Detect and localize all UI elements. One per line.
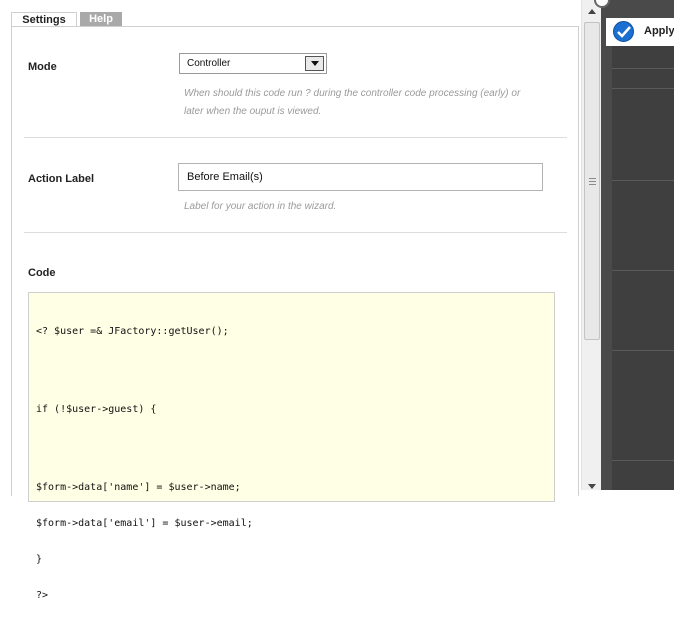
tab-settings[interactable]: Settings	[11, 12, 77, 26]
code-editor[interactable]: <? $user =& JFactory::getUser(); if (!$u…	[28, 292, 555, 601]
settings-panel: Mode Controller When should this code ru…	[11, 26, 579, 601]
tab-help[interactable]: Help	[80, 12, 122, 26]
background-list	[612, 44, 674, 490]
apply-button-label[interactable]: Apply	[644, 25, 674, 37]
mode-hint: When should this code run ? during the c…	[184, 85, 520, 121]
code-line-2: if (!$user->guest) {	[36, 404, 157, 415]
divider	[24, 232, 567, 233]
code-label: Code	[28, 267, 56, 279]
code-line-3: $form->data['name'] = $user->name;	[36, 482, 241, 493]
scrollbar-thumb[interactable]	[584, 22, 600, 340]
code-line-1: <? $user =& JFactory::getUser();	[36, 326, 229, 337]
action-label-input[interactable]: Before Email(s)	[178, 163, 543, 191]
scroll-up-icon[interactable]	[588, 9, 596, 14]
divider	[24, 137, 567, 138]
mode-hint-line-1: When should this code run ? during the c…	[184, 88, 521, 99]
action-label-hint: Label for your action in the wizard.	[184, 201, 337, 212]
vertical-scrollbar[interactable]	[581, 0, 601, 490]
code-line-4: $form->data['email'] = $user->email;	[36, 518, 253, 529]
mode-select[interactable]: Controller	[179, 53, 327, 74]
scroll-down-icon[interactable]	[588, 484, 596, 489]
tab-bar: Settings Help	[11, 12, 122, 26]
checkmark-icon[interactable]	[613, 21, 634, 42]
mode-select-value: Controller	[187, 58, 231, 69]
chevron-down-icon[interactable]	[305, 56, 324, 71]
mode-hint-line-2: later when the ouput is viewed.	[184, 106, 322, 117]
action-label-label: Action Label	[28, 173, 95, 185]
code-line-6: ?>	[36, 590, 49, 601]
mode-label: Mode	[28, 61, 57, 73]
code-line-5: }	[36, 554, 43, 565]
